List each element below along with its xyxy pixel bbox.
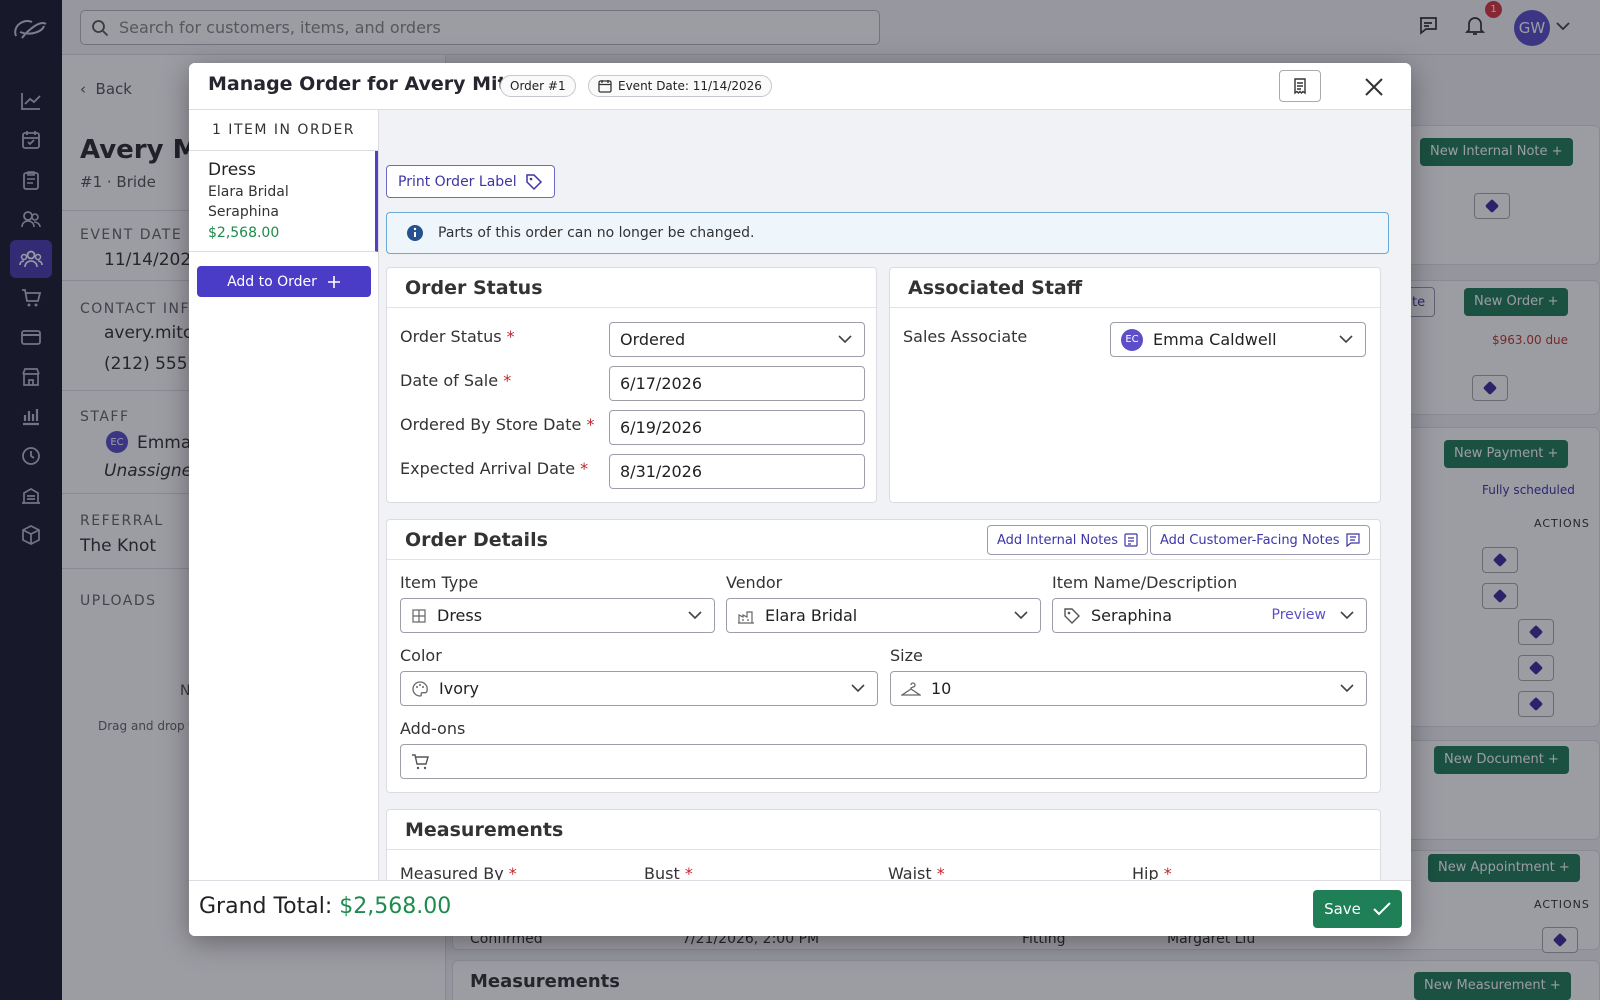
order-form: Print Order Label Parts of this order ca…	[379, 110, 1411, 880]
sales-associate-label: Sales Associate	[903, 327, 1028, 346]
chevron-down-icon	[838, 335, 852, 344]
hanger-icon	[901, 681, 921, 696]
modal-footer: Grand Total: $2,568.00 Save	[189, 880, 1411, 936]
color-select[interactable]: Ivory	[400, 671, 878, 706]
order-items-panel: 1 ITEM IN ORDER Dress Elara Bridal Serap…	[189, 110, 379, 880]
order-item-card[interactable]: Dress Elara Bridal Seraphina $2,568.00	[189, 151, 378, 252]
info-icon	[407, 225, 423, 241]
add-customer-facing-notes-button[interactable]: Add Customer-Facing Notes	[1150, 525, 1370, 555]
item-name: Seraphina	[208, 204, 279, 220]
item-vendor: Elara Bridal	[208, 184, 289, 200]
chevron-down-icon	[1339, 335, 1353, 344]
date-of-sale-input[interactable]: 6/17/2026	[609, 366, 865, 401]
event-date-pill: Event Date: 11/14/2026	[588, 75, 772, 97]
order-status-label: Order Status *	[400, 327, 515, 346]
order-status-card: Order Status Order Status * Ordered Date…	[386, 267, 877, 503]
item-type-select[interactable]: Dress	[400, 598, 715, 633]
manage-order-modal: Manage Order for Avery Mitchell Order #1…	[189, 63, 1411, 936]
sales-associate-select[interactable]: EC Emma Caldwell	[1110, 322, 1366, 357]
order-history-button[interactable]	[1279, 70, 1321, 102]
bust-label: Bust *	[644, 864, 693, 880]
info-banner: Parts of this order can no longer be cha…	[386, 212, 1389, 254]
add-ons-input[interactable]	[400, 744, 1367, 779]
item-price: $2,568.00	[208, 225, 280, 241]
waist-label: Waist *	[888, 864, 945, 880]
palette-icon	[412, 680, 428, 697]
vendor-select[interactable]: Elara Bridal	[726, 598, 1041, 633]
order-status-select[interactable]: Ordered	[609, 322, 865, 357]
calendar-icon	[598, 80, 612, 93]
date-of-sale-label: Date of Sale *	[400, 371, 512, 390]
associated-staff-heading: Associated Staff	[890, 268, 1380, 308]
grand-total: Grand Total: $2,568.00	[199, 894, 452, 919]
print-order-label-button[interactable]: Print Order Label	[386, 165, 555, 198]
close-icon	[1365, 78, 1383, 96]
expected-arrival-date-label: Expected Arrival Date *	[400, 459, 589, 478]
ordered-by-store-date-input[interactable]: 6/19/2026	[609, 410, 865, 445]
grid-icon	[412, 608, 426, 623]
grand-total-amount: $2,568.00	[339, 894, 452, 919]
preview-link[interactable]: Preview	[1272, 607, 1327, 623]
vendor-label: Vendor	[726, 573, 783, 592]
measured-by-label: Measured By *	[400, 864, 517, 880]
modal-header: Manage Order for Avery Mitchell Order #1…	[189, 63, 1411, 110]
chevron-down-icon	[1340, 611, 1354, 620]
check-icon	[1373, 902, 1391, 916]
ordered-by-store-date-label: Ordered By Store Date *	[400, 415, 595, 434]
size-label: Size	[890, 646, 923, 665]
cart-icon	[412, 753, 429, 769]
hip-label: Hip *	[1132, 864, 1172, 880]
chevron-down-icon	[851, 684, 865, 693]
chevron-down-icon	[688, 611, 702, 620]
associated-staff-card: Associated Staff Sales Associate EC Emma…	[889, 267, 1381, 503]
item-type: Dress	[208, 160, 256, 180]
add-internal-notes-button[interactable]: Add Internal Notes	[987, 525, 1149, 555]
add-ons-label: Add-ons	[400, 719, 466, 738]
order-number-pill: Order #1	[500, 75, 576, 97]
save-button[interactable]: Save	[1313, 890, 1402, 928]
item-name-label: Item Name/Description	[1052, 573, 1238, 592]
tag-icon	[1064, 607, 1080, 624]
info-message: Parts of this order can no longer be cha…	[438, 225, 755, 241]
measurements-form-heading: Measurements	[387, 810, 1380, 850]
measurements-form-card: Measurements Measured By * Bust * Waist …	[386, 809, 1381, 880]
plus-icon	[327, 275, 340, 288]
chevron-down-icon	[1340, 684, 1354, 693]
note-icon	[1124, 533, 1138, 547]
order-details-card: Order Details Add Internal Notes Add Cus…	[386, 519, 1381, 793]
receipt-icon	[1294, 78, 1306, 95]
chevron-down-icon	[1014, 611, 1028, 620]
item-name-select[interactable]: Seraphina Preview	[1052, 598, 1367, 633]
expected-arrival-date-input[interactable]: 8/31/2026	[609, 454, 865, 489]
add-to-order-button[interactable]: Add to Order	[197, 266, 371, 297]
factory-icon	[738, 610, 754, 624]
items-count-header: 1 ITEM IN ORDER	[189, 110, 378, 151]
close-modal-button[interactable]	[1359, 73, 1389, 101]
color-label: Color	[400, 646, 442, 665]
order-status-heading: Order Status	[387, 268, 876, 308]
size-select[interactable]: 10	[890, 671, 1367, 706]
sales-associate-avatar: EC	[1121, 328, 1143, 351]
comment-icon	[1345, 533, 1360, 547]
item-type-label: Item Type	[400, 573, 479, 592]
tag-icon	[525, 173, 542, 190]
